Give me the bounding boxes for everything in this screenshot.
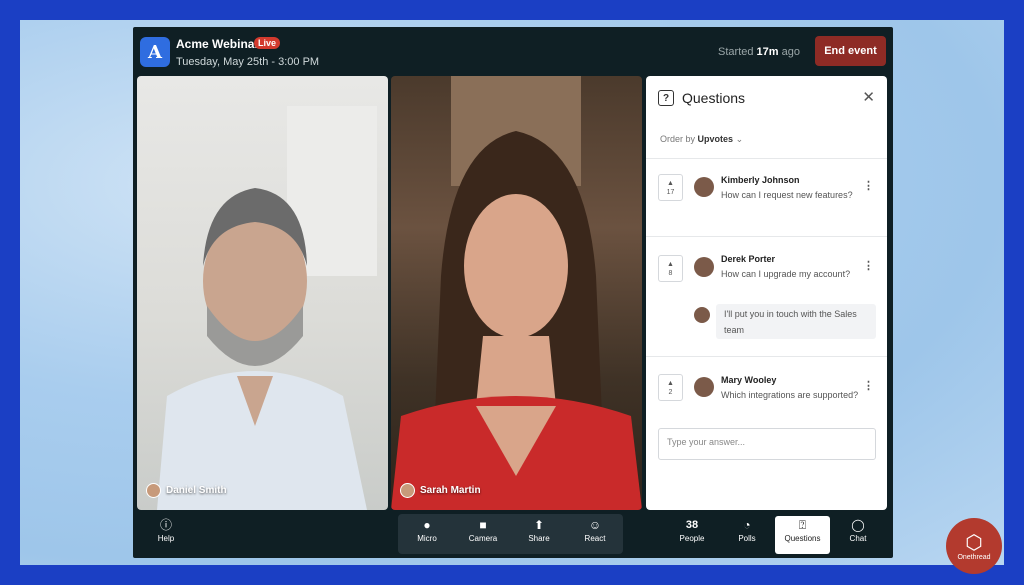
vote-count: 8 <box>668 269 673 277</box>
avatar <box>694 307 710 323</box>
question-author: Mary Wooley <box>721 375 777 385</box>
micro-button[interactable]: ● Micro <box>405 516 449 554</box>
question-text: Which integrations are supported? <box>721 390 859 400</box>
end-event-button[interactable]: End event <box>815 36 886 66</box>
share-icon: ⬆ <box>533 518 545 532</box>
onethread-logo: ⬡ Onethread <box>946 518 1002 574</box>
avatar <box>694 177 714 197</box>
webinar-title: Acme Webinar <box>176 37 260 51</box>
participant-name: Daniel Smith <box>166 485 227 496</box>
box-icon: ⬡ <box>965 531 983 554</box>
questions-label: Questions <box>784 534 821 543</box>
micro-label: Micro <box>417 534 437 543</box>
upvote-arrow-icon: ▲ <box>667 260 674 268</box>
name-tag: Daniel Smith <box>146 483 227 498</box>
top-bar: A Acme Webinar Live Tuesday, May 25th - … <box>133 27 893 75</box>
question-icon: ⍰ <box>798 518 807 532</box>
close-icon[interactable]: ✕ <box>862 88 875 106</box>
people-label: People <box>679 534 705 543</box>
help-button[interactable]: ⓘ Help <box>144 516 188 554</box>
help-icon: ⓘ <box>159 518 172 532</box>
upvote-button[interactable]: ▲ 17 <box>658 174 683 201</box>
order-by-value: Upvotes <box>697 134 734 144</box>
more-options-icon[interactable]: ⋮ <box>863 259 874 272</box>
question-text: How can I upgrade my account? <box>721 269 851 279</box>
bottom-bar: ⓘ Help ● Micro ■ Camera ⬆ Share ☺ React … <box>133 512 893 558</box>
upvote-arrow-icon: ▲ <box>667 379 674 387</box>
started-value: 17m <box>756 46 779 58</box>
order-by-dropdown[interactable]: Order by Upvotes ⌄ <box>660 134 743 145</box>
chat-bubble-icon: ◯ <box>851 518 865 532</box>
participant-name: Sarah Martin <box>420 485 481 496</box>
share-label: Share <box>528 534 550 543</box>
question-author: Kimberly Johnson <box>721 175 800 185</box>
avatar <box>400 483 415 498</box>
polls-label: Polls <box>738 534 756 543</box>
more-options-icon[interactable]: ⋮ <box>863 179 874 192</box>
question-text: How can I request new features? <box>721 190 853 200</box>
app-logo: A <box>140 37 170 67</box>
video-tile-daniel[interactable]: Daniel Smith <box>137 76 388 510</box>
smiley-icon: ☺ <box>588 518 602 532</box>
camera-label: Camera <box>468 534 498 543</box>
react-button[interactable]: ☺ React <box>573 516 617 554</box>
participant-video <box>391 76 642 510</box>
camera-icon: ■ <box>479 518 487 532</box>
question-item: ▲ 17 Kimberly Johnson How can I request … <box>646 158 887 236</box>
question-item: ▲ 2 Mary Wooley Which integrations are s… <box>646 356 887 418</box>
upvote-button[interactable]: ▲ 8 <box>658 255 683 282</box>
questions-button[interactable]: ⍰ Questions <box>775 516 830 554</box>
reply-text: I'll put you in touch with the Sales tea… <box>716 304 876 339</box>
name-tag: Sarah Martin <box>400 483 481 498</box>
webinar-date: Tuesday, May 25th - 3:00 PM <box>176 56 320 68</box>
question-item: ▲ 8 Derek Porter How can I upgrade my ac… <box>646 236 887 356</box>
poll-icon: ◔ <box>743 518 751 532</box>
webinar-app: A Acme Webinar Live Tuesday, May 25th - … <box>133 27 893 558</box>
people-button[interactable]: 38 People <box>670 516 714 554</box>
react-label: React <box>584 534 606 543</box>
chevron-down-icon: ⌄ <box>735 134 744 144</box>
live-badge: Live <box>254 37 281 49</box>
vote-count: 17 <box>666 188 675 196</box>
microphone-icon: ● <box>423 518 431 532</box>
participant-video <box>157 106 377 510</box>
chat-button[interactable]: ◯ Chat <box>836 516 880 554</box>
help-label: Help <box>157 534 175 543</box>
started-prefix: Started <box>718 46 754 58</box>
share-button[interactable]: ⬆ Share <box>517 516 561 554</box>
questions-title: Questions <box>682 90 746 106</box>
upvote-button[interactable]: ▲ 2 <box>658 374 683 401</box>
question-author: Derek Porter <box>721 254 776 264</box>
answer-input[interactable]: Type your answer... <box>658 428 876 460</box>
more-options-icon[interactable]: ⋮ <box>863 379 874 392</box>
chat-label: Chat <box>849 534 867 543</box>
order-by-label: Order by <box>660 134 696 144</box>
started-status: Started 17m ago <box>718 46 800 58</box>
questions-panel: ? Questions ✕ Order by Upvotes ⌄ ▲ 17 Ki… <box>646 76 887 510</box>
started-suffix: ago <box>781 46 800 58</box>
upvote-arrow-icon: ▲ <box>667 179 674 187</box>
video-tile-sarah[interactable]: Sarah Martin <box>391 76 642 510</box>
people-count: 38 <box>685 519 699 531</box>
questions-header: ? Questions ✕ <box>646 76 887 122</box>
polls-button[interactable]: ◔ Polls <box>725 516 769 554</box>
onethread-label: Onethread <box>957 553 991 561</box>
avatar <box>694 377 714 397</box>
vote-count: 2 <box>668 388 673 396</box>
avatar <box>694 257 714 277</box>
question-icon: ? <box>658 90 674 106</box>
avatar <box>146 483 161 498</box>
camera-button[interactable]: ■ Camera <box>461 516 505 554</box>
